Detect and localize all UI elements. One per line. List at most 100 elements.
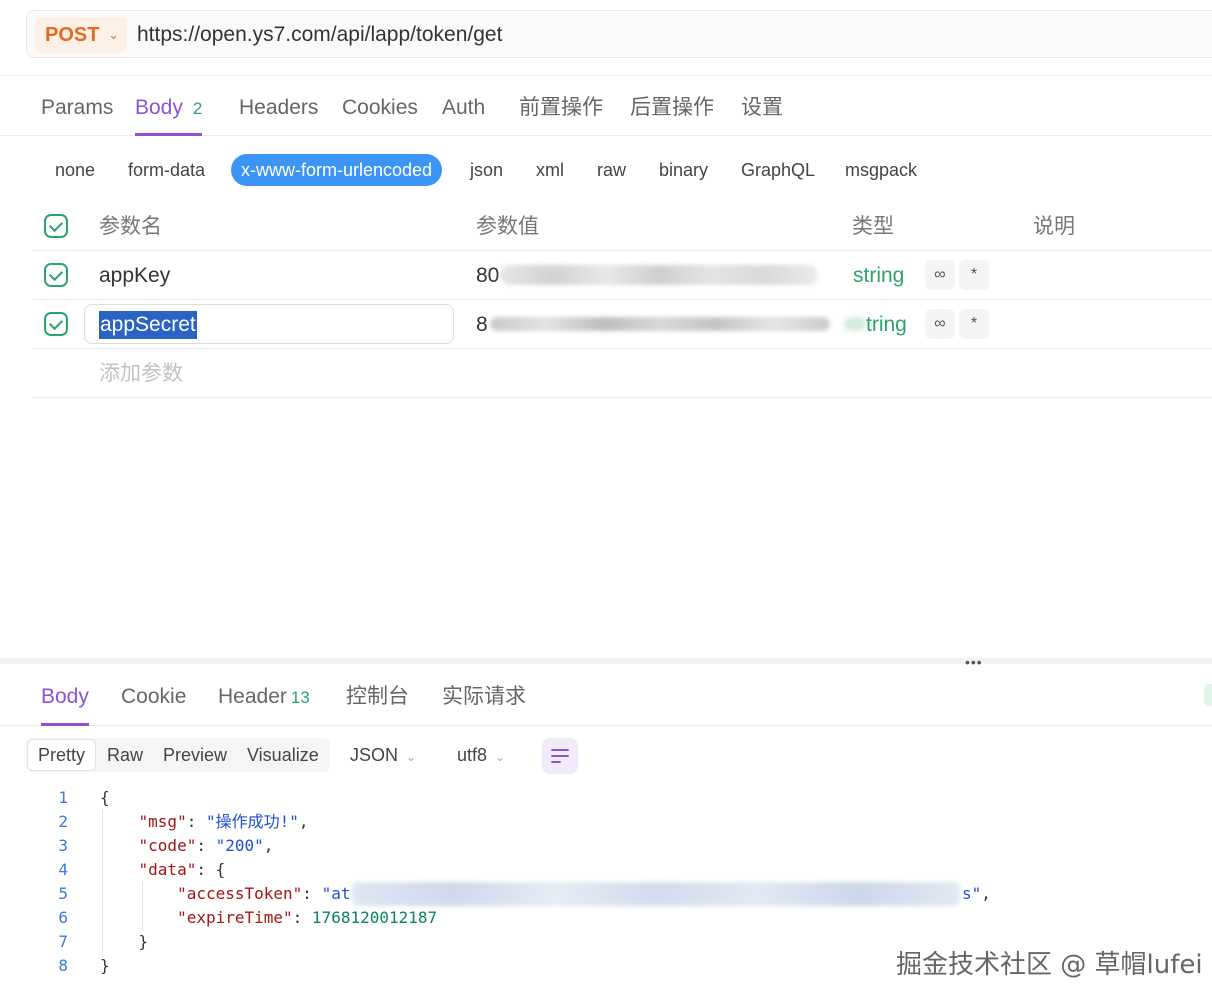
- line-number: 4: [58, 860, 68, 879]
- watermark: 掘金技术社区 @ 草帽lufei: [896, 950, 1203, 980]
- json-number: 1768120012187: [311, 908, 438, 927]
- divider: [0, 75, 1212, 76]
- body-type-raw[interactable]: raw: [597, 154, 626, 186]
- response-tab-actual-request[interactable]: 实际请求: [442, 672, 526, 726]
- body-type-form-data[interactable]: form-data: [128, 154, 205, 186]
- param-value[interactable]: 8: [476, 300, 488, 349]
- link-icon[interactable]: ∞: [925, 309, 955, 339]
- add-param-input[interactable]: 添加参数: [99, 349, 183, 398]
- link-icon[interactable]: ∞: [925, 260, 955, 290]
- param-value[interactable]: 80: [476, 251, 499, 300]
- tab-label: 实际请求: [442, 685, 526, 708]
- wrap-lines-button[interactable]: [542, 738, 578, 774]
- column-header-type: 类型: [852, 215, 894, 238]
- tab-auth[interactable]: Auth: [442, 84, 485, 136]
- line-number: 8: [58, 956, 68, 975]
- code-line: "accessToken": "at: [177, 884, 351, 903]
- body-type-urlencoded[interactable]: x-www-form-urlencoded: [231, 154, 443, 186]
- code-line: "msg": "操作成功!",: [138, 812, 309, 831]
- response-tab-cookie[interactable]: Cookie: [121, 672, 186, 726]
- select-all-checkbox[interactable]: [44, 214, 68, 238]
- response-tab-header[interactable]: Header 13: [218, 672, 310, 726]
- param-row: appSecret 8 tring ∞ *: [32, 300, 1212, 349]
- column-header-name: 参数名: [99, 215, 162, 238]
- tab-label: Cookie: [121, 685, 187, 708]
- code-line: {: [100, 788, 110, 807]
- encoding-select[interactable]: utf8 ⌄: [457, 738, 505, 774]
- asterisk-icon[interactable]: *: [959, 309, 989, 339]
- tab-post-actions[interactable]: 后置操作: [630, 84, 714, 136]
- tab-label: 前置操作: [519, 96, 603, 119]
- tab-label: 后置操作: [630, 96, 714, 119]
- view-mode-raw[interactable]: Raw: [97, 740, 153, 770]
- url-input[interactable]: https://open.ys7.com/api/lapp/token/get: [137, 11, 502, 59]
- response-view-toolbar: Pretty Raw Preview Visualize JSON ⌄ utf8 ⌄: [26, 738, 1212, 774]
- code-line: }: [100, 932, 149, 951]
- line-number: 2: [58, 812, 68, 831]
- param-type[interactable]: tring: [866, 300, 907, 349]
- format-select[interactable]: JSON ⌄: [350, 738, 416, 774]
- format-value: JSON: [350, 745, 399, 765]
- redacted-type: [844, 317, 866, 331]
- tab-headers[interactable]: Headers: [239, 84, 318, 136]
- add-param-row: 添加参数: [32, 349, 1212, 398]
- tab-settings[interactable]: 设置: [741, 84, 783, 136]
- tab-body[interactable]: Body 2: [135, 84, 203, 136]
- line-number: 6: [58, 908, 68, 927]
- json-key: "accessToken": [177, 884, 303, 903]
- body-type-msgpack[interactable]: msgpack: [845, 154, 917, 186]
- param-name[interactable]: appKey: [99, 251, 170, 300]
- body-type-selector: none form-data x-www-form-urlencoded jso…: [0, 150, 1212, 190]
- param-name-input[interactable]: appSecret: [84, 304, 454, 344]
- params-header-row: 参数名 参数值 类型 说明: [32, 202, 1212, 251]
- code-line: "code": "200",: [138, 836, 274, 855]
- json-string: "200": [215, 836, 264, 855]
- code-line: "data": {: [138, 860, 226, 879]
- tab-params[interactable]: Params: [41, 84, 113, 136]
- body-type-json[interactable]: json: [470, 154, 503, 186]
- code-line-tail: s",: [962, 884, 991, 903]
- asterisk-icon[interactable]: *: [959, 260, 989, 290]
- json-string: "操作成功!": [205, 812, 299, 831]
- drag-handle-icon[interactable]: •••: [965, 654, 983, 670]
- param-type[interactable]: string: [853, 251, 904, 300]
- chevron-down-icon: ⌄: [108, 27, 119, 42]
- tab-cookies[interactable]: Cookies: [342, 84, 418, 136]
- status-badge: [1204, 684, 1212, 706]
- view-mode-visualize[interactable]: Visualize: [237, 740, 329, 770]
- view-mode-preview[interactable]: Preview: [153, 740, 237, 770]
- param-enabled-checkbox[interactable]: [44, 263, 68, 287]
- body-type-none[interactable]: none: [55, 154, 95, 186]
- tab-pre-actions[interactable]: 前置操作: [519, 84, 603, 136]
- body-type-xml[interactable]: xml: [536, 154, 564, 186]
- view-mode-pretty[interactable]: Pretty: [28, 740, 96, 770]
- view-mode-segment: Pretty Raw Preview Visualize: [26, 738, 330, 772]
- code-line: }: [100, 956, 110, 975]
- line-number: 1: [58, 788, 68, 807]
- chevron-down-icon: ⌄: [495, 750, 506, 764]
- code-line: "expireTime": 1768120012187: [177, 908, 438, 927]
- body-type-binary[interactable]: binary: [659, 154, 708, 186]
- tab-label: Auth: [442, 96, 486, 119]
- column-header-description: 说明: [1033, 215, 1075, 238]
- json-key: "data": [138, 860, 197, 879]
- tab-label: Params: [41, 96, 114, 119]
- tab-label: 设置: [741, 96, 783, 119]
- tab-label: Body: [135, 96, 183, 119]
- body-type-graphql[interactable]: GraphQL: [741, 154, 815, 186]
- tab-label: Cookies: [342, 96, 418, 119]
- encoding-value: utf8: [457, 745, 488, 765]
- param-row: appKey 80 string ∞ *: [32, 251, 1212, 300]
- pane-splitter[interactable]: [0, 658, 1212, 664]
- redacted-value: [500, 265, 818, 285]
- line-number: 7: [58, 932, 68, 951]
- line-number: 3: [58, 836, 68, 855]
- response-tab-console[interactable]: 控制台: [346, 672, 409, 726]
- method-select[interactable]: POST ⌄: [35, 17, 127, 53]
- tab-count: 13: [290, 688, 310, 707]
- response-tabs: Body Cookie Header 13 控制台 实际请求: [0, 672, 1212, 726]
- json-key: "msg": [138, 812, 187, 831]
- param-enabled-checkbox[interactable]: [44, 312, 68, 336]
- url-bar: POST ⌄ https://open.ys7.com/api/lapp/tok…: [26, 10, 1212, 58]
- response-tab-body[interactable]: Body: [41, 672, 89, 726]
